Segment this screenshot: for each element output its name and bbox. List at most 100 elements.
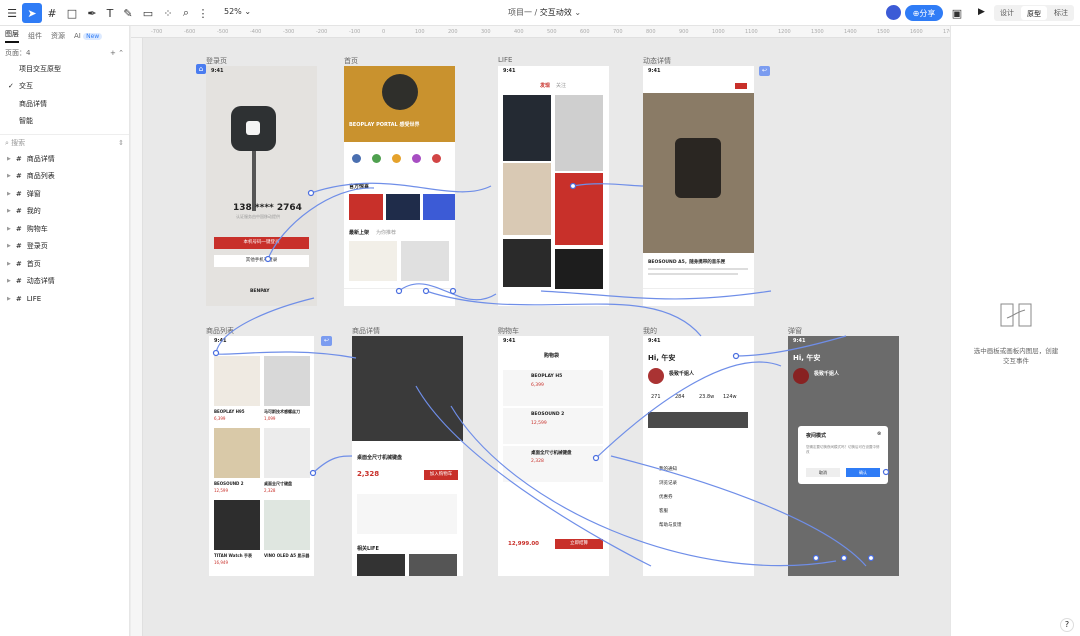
- close-icon[interactable]: ⊗: [877, 431, 881, 437]
- product-card[interactable]: [264, 356, 310, 406]
- share-button[interactable]: ⊕ 分享: [905, 5, 943, 21]
- frame-label[interactable]: 动态详情: [643, 56, 671, 66]
- tab-discover[interactable]: 发现: [540, 82, 550, 89]
- frame-product-list[interactable]: 9:41 BEOPLAY H95 6,399 马可斯技术感螺丝刀 1,099 BEOSO…: [209, 336, 314, 576]
- tab-ai[interactable]: AI New: [74, 32, 103, 40]
- category-icon[interactable]: [412, 154, 421, 163]
- expand-arrow-icon[interactable]: ▶: [7, 226, 11, 232]
- follow-button[interactable]: [735, 83, 747, 89]
- page-item[interactable]: 商品详情: [0, 95, 129, 113]
- frame-detail[interactable]: 9:41 BEOSOUND A5，随身携带的音乐匣: [643, 66, 754, 306]
- vip-card[interactable]: [648, 412, 748, 428]
- frame-label[interactable]: 登录页: [206, 56, 227, 66]
- more-icon[interactable]: ⋮: [193, 3, 213, 23]
- frame-mine[interactable]: 9:41 Hi, 午安 极致千姐人 271 284 23.8w 124w 我的通…: [643, 336, 754, 576]
- menu-item[interactable]: 优惠券: [659, 494, 673, 500]
- product-card[interactable]: [349, 241, 397, 281]
- layer-item[interactable]: ▶ # 购物车: [0, 220, 129, 238]
- mode-design[interactable]: 设计: [994, 5, 1020, 21]
- frame-popup[interactable]: 9:41 Hi, 午安 极致千姐人 夜间模式 ⊗ 您确定要切换夜间模式吗？切换后…: [788, 336, 899, 576]
- back-flag-icon[interactable]: ↩: [321, 336, 332, 346]
- product-card[interactable]: [214, 500, 260, 550]
- promo-card[interactable]: [386, 194, 420, 220]
- feed-card[interactable]: [555, 249, 603, 289]
- help-icon[interactable]: ?: [1060, 618, 1074, 632]
- tab-follow[interactable]: 关注: [556, 82, 566, 89]
- checkout-button[interactable]: 立即结算: [555, 539, 603, 549]
- add-to-cart-button[interactable]: 加入购物车: [424, 470, 458, 480]
- menu-item[interactable]: 浏览记录: [659, 480, 677, 486]
- select-icon[interactable]: ➤: [22, 3, 42, 23]
- layer-item[interactable]: ▶ # 首页: [0, 255, 129, 273]
- related-card[interactable]: [357, 554, 405, 576]
- text-icon[interactable]: T: [100, 3, 120, 23]
- category-icon[interactable]: [392, 154, 401, 163]
- expand-arrow-icon[interactable]: ▶: [7, 243, 11, 249]
- layer-item[interactable]: ▶ # 弹窗: [0, 185, 129, 203]
- collapse-icon[interactable]: ⇕: [118, 139, 124, 147]
- expand-arrow-icon[interactable]: ▶: [7, 208, 11, 214]
- expand-arrow-icon[interactable]: ▶: [7, 173, 11, 179]
- confirm-button[interactable]: 确认: [846, 468, 880, 477]
- comment-icon[interactable]: ▭: [138, 3, 158, 23]
- feed-card[interactable]: [555, 173, 603, 245]
- pencil-icon[interactable]: ✎: [118, 3, 138, 23]
- frame-product-detail[interactable]: 桌面全尺寸机械键盘 2,328 加入购物车 相关LIFE: [352, 336, 463, 576]
- expand-arrow-icon[interactable]: ▶: [7, 278, 11, 284]
- frame-label[interactable]: 首页: [344, 56, 358, 66]
- product-card[interactable]: [401, 241, 449, 281]
- pen-icon[interactable]: ✒: [82, 3, 102, 23]
- mode-inspect[interactable]: 标注: [1048, 5, 1074, 21]
- product-card[interactable]: [214, 356, 260, 406]
- feed-card[interactable]: [503, 239, 551, 287]
- feed-card[interactable]: [503, 95, 551, 161]
- cancel-button[interactable]: 取消: [806, 468, 840, 477]
- product-card[interactable]: [214, 428, 260, 478]
- expand-arrow-icon[interactable]: ▶: [7, 156, 11, 162]
- rectangle-icon[interactable]: □: [62, 3, 82, 23]
- canvas[interactable]: -700 -600 -500 -400 -300 -200 -100 0 100 200 300 40…: [131, 26, 950, 636]
- expand-arrow-icon[interactable]: ▶: [7, 296, 11, 302]
- one-click-login-button[interactable]: 本机号码一键登录: [214, 237, 309, 249]
- product-card[interactable]: [264, 500, 310, 550]
- frame-label[interactable]: LIFE: [498, 56, 512, 64]
- frame-label[interactable]: 我的: [643, 326, 657, 336]
- layer-item[interactable]: ▶ # LIFE: [0, 290, 129, 308]
- spec-options[interactable]: [357, 494, 457, 534]
- product-card[interactable]: [264, 428, 310, 478]
- frame-icon[interactable]: #: [42, 3, 62, 23]
- mode-prototype[interactable]: 原型: [1021, 6, 1047, 20]
- page-item[interactable]: 智能: [0, 113, 129, 131]
- promo-card[interactable]: [423, 194, 455, 220]
- back-flag-icon[interactable]: ↩: [759, 66, 770, 76]
- frame-login[interactable]: 9:41 138 **** 2764 认证服务由中国移动提供 本机号码一键登录 …: [206, 66, 317, 306]
- menu-icon[interactable]: ☰: [2, 3, 22, 23]
- category-icon[interactable]: [432, 154, 441, 163]
- frame-life[interactable]: 9:41 发现 关注: [498, 66, 609, 306]
- add-page-icon[interactable]: + ⌃: [110, 49, 124, 57]
- frame-label[interactable]: 商品详情: [352, 326, 380, 336]
- related-card[interactable]: [409, 554, 457, 576]
- promo-card[interactable]: [349, 194, 383, 220]
- tab-assets[interactable]: 资源: [51, 31, 65, 41]
- expand-arrow-icon[interactable]: ▶: [7, 261, 11, 267]
- avatar[interactable]: [886, 5, 901, 20]
- layer-item[interactable]: ▶ # 动态详情: [0, 273, 129, 291]
- tab-components[interactable]: 组件: [28, 31, 42, 41]
- feed-card[interactable]: [503, 163, 551, 235]
- home-flag-icon[interactable]: ⌂: [196, 64, 206, 74]
- tab-layers[interactable]: 图层: [5, 29, 19, 43]
- category-icon[interactable]: [352, 154, 361, 163]
- file-title[interactable]: 项目一 / 交互动效 ⌄: [508, 7, 581, 18]
- page-item-active[interactable]: ✓ 交互: [0, 78, 129, 96]
- layer-item[interactable]: ▶ # 商品详情: [0, 150, 129, 168]
- category-icon[interactable]: [372, 154, 381, 163]
- frame-home[interactable]: BEOPLAY PORTAL 感受世界 官方惊喜 最新上架 为你推荐: [344, 66, 455, 306]
- layer-item[interactable]: ▶ # 商品列表: [0, 168, 129, 186]
- layer-search[interactable]: ⌕ 搜索 ⇕: [0, 134, 129, 150]
- menu-item[interactable]: 帮助与反馈: [659, 522, 682, 528]
- avatar[interactable]: [648, 368, 664, 384]
- panel-icon[interactable]: ▣: [947, 3, 967, 23]
- other-login-button[interactable]: 其他手机号登录: [214, 255, 309, 267]
- frame-cart[interactable]: 9:41 购物袋 BEOPLAY H5 6,399 BEOSOUND 2 12,…: [498, 336, 609, 576]
